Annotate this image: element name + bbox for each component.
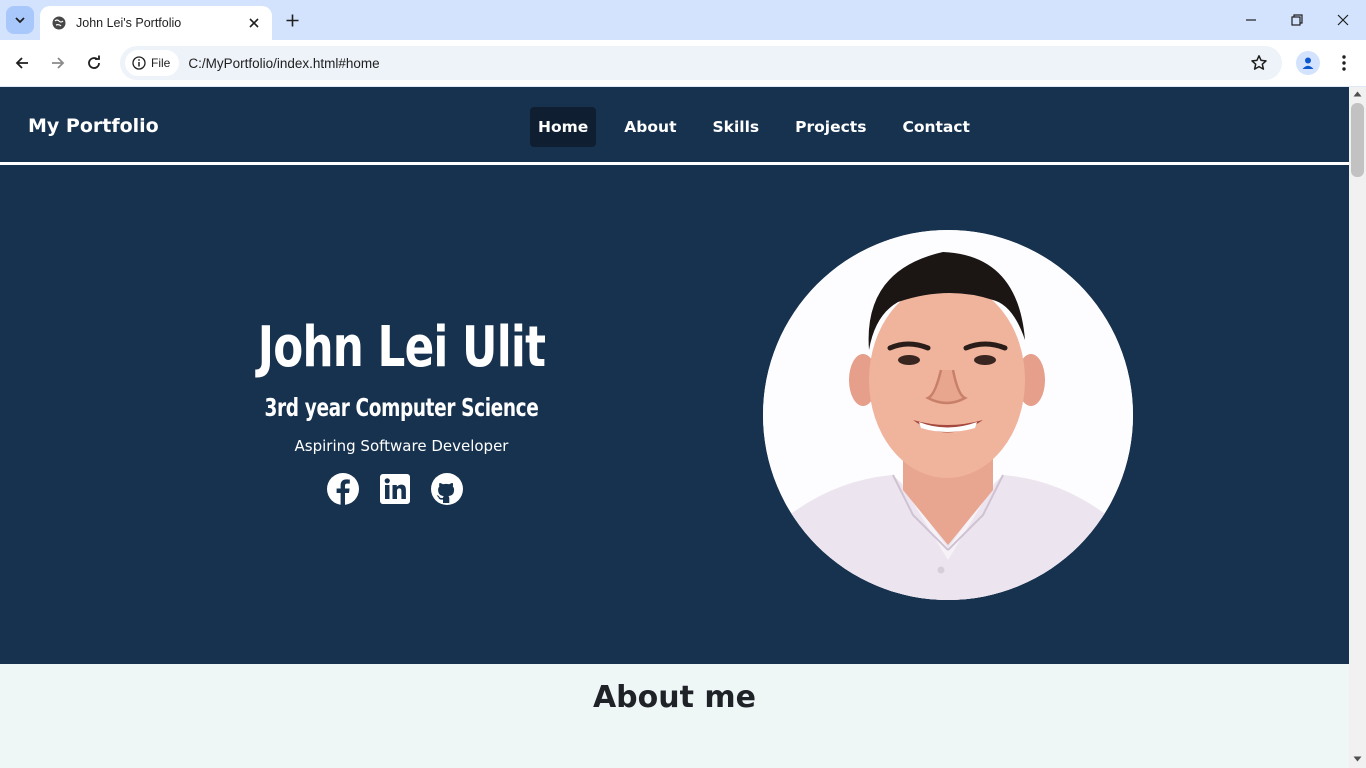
nav-link-contact[interactable]: Contact xyxy=(894,107,978,147)
nav-link-skills[interactable]: Skills xyxy=(704,107,767,147)
scroll-down-arrow-icon[interactable] xyxy=(1353,756,1362,764)
close-tab-icon[interactable] xyxy=(246,15,262,31)
site-info-chip[interactable]: File xyxy=(125,50,180,76)
facebook-icon[interactable] xyxy=(326,472,360,506)
url-text[interactable]: C:/MyPortfolio/index.html#home xyxy=(188,56,379,71)
bookmark-star-icon[interactable] xyxy=(1250,54,1268,72)
hero-role: Aspiring Software Developer xyxy=(294,437,509,455)
profile-button[interactable] xyxy=(1296,51,1320,75)
forward-arrow-icon xyxy=(52,57,65,69)
profile-photo xyxy=(763,230,1133,600)
reload-icon xyxy=(88,55,100,69)
restore-button[interactable] xyxy=(1285,8,1309,32)
site-brand[interactable]: My Portfolio xyxy=(28,115,159,137)
back-arrow-icon xyxy=(15,57,28,69)
social-links xyxy=(326,472,464,506)
plus-icon xyxy=(286,14,298,26)
more-vertical-icon xyxy=(1342,55,1346,71)
chip-label: File xyxy=(151,56,171,70)
chevron-down-icon xyxy=(15,17,25,24)
hero-year: 3rd year Computer Science xyxy=(264,393,539,422)
nav-link-projects[interactable]: Projects xyxy=(787,107,874,147)
new-tab-button[interactable] xyxy=(282,10,302,30)
minimize-button[interactable] xyxy=(1239,8,1263,32)
github-icon[interactable] xyxy=(430,472,464,506)
address-bar[interactable]: File C:/MyPortfolio/index.html#home xyxy=(120,46,1282,80)
info-icon xyxy=(132,56,146,70)
linkedin-icon[interactable] xyxy=(378,472,412,506)
minimize-icon xyxy=(1246,19,1256,21)
nav-link-about[interactable]: About xyxy=(616,107,684,147)
browser-menu-button[interactable] xyxy=(1334,51,1354,75)
hero-name: John Lei Ulit xyxy=(257,315,546,380)
about-section: About me xyxy=(0,664,1349,768)
browser-tab[interactable]: John Lei's Portfolio xyxy=(40,6,272,40)
tab-search-button[interactable] xyxy=(6,6,34,34)
scroll-up-arrow-icon[interactable] xyxy=(1353,91,1362,99)
page-scrollbar[interactable] xyxy=(1349,87,1366,768)
globe-icon xyxy=(52,16,66,30)
close-window-icon xyxy=(1337,14,1349,26)
page-viewport: My Portfolio Home About Skills Projects … xyxy=(0,87,1349,768)
hero-section: John Lei Ulit 3rd year Computer Science … xyxy=(0,165,1349,664)
close-window-button[interactable] xyxy=(1331,8,1355,32)
restore-icon xyxy=(1291,14,1303,26)
reload-button[interactable] xyxy=(81,50,107,76)
nav-links: Home About Skills Projects Contact xyxy=(530,107,998,147)
tab-title: John Lei's Portfolio xyxy=(76,16,182,30)
forward-button[interactable] xyxy=(45,50,71,76)
back-button[interactable] xyxy=(9,50,35,76)
profile-icon xyxy=(1302,57,1314,69)
tab-strip: John Lei's Portfolio xyxy=(0,0,1366,40)
nav-link-home[interactable]: Home xyxy=(530,107,597,147)
site-navbar: My Portfolio Home About Skills Projects … xyxy=(0,87,1349,163)
scroll-thumb[interactable] xyxy=(1351,103,1364,177)
browser-toolbar: File C:/MyPortfolio/index.html#home xyxy=(0,40,1366,86)
about-title: About me xyxy=(592,680,757,715)
